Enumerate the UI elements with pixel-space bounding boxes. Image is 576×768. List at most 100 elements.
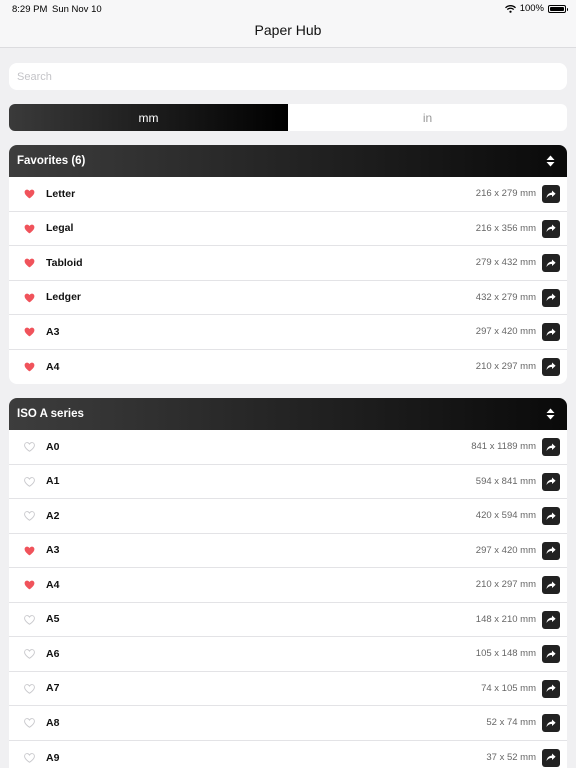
list-item[interactable]: A5 148 x 210 mm — [9, 603, 567, 637]
list-item[interactable]: A4 210 x 297 mm — [9, 568, 567, 603]
share-icon — [546, 581, 556, 589]
share-button[interactable] — [542, 219, 560, 238]
share-button[interactable] — [542, 288, 560, 307]
paper-name: A3 — [46, 325, 60, 338]
share-button[interactable] — [542, 185, 560, 203]
share-button[interactable] — [542, 357, 560, 376]
heart-icon[interactable] — [24, 511, 35, 521]
heart-icon[interactable] — [24, 614, 35, 625]
share-button[interactable] — [542, 748, 560, 767]
share-button[interactable] — [542, 576, 560, 594]
share-button[interactable] — [542, 679, 560, 698]
heart-icon[interactable] — [24, 442, 35, 452]
share-button[interactable] — [542, 541, 560, 560]
share-button[interactable] — [542, 438, 560, 456]
paper-name: A0 — [46, 440, 60, 453]
paper-size: 432 x 279 mm — [475, 291, 536, 303]
sort-icon[interactable] — [546, 408, 555, 420]
share-icon — [546, 650, 556, 658]
list-item[interactable]: Tabloid 279 x 432 mm — [9, 246, 567, 281]
unit-selector: mm in — [9, 104, 567, 131]
paper-name: A4 — [46, 578, 60, 591]
paper-size: 841 x 1189 mm — [471, 441, 536, 453]
list-item[interactable]: A8 52 x 74 mm — [9, 706, 567, 741]
wifi-icon — [504, 4, 516, 13]
iso-a-list: A0 841 x 1189 mm A1 594 x 841 mm A2 420 x 594… — [9, 430, 567, 768]
paper-size: 210 x 297 mm — [475, 361, 536, 373]
section-title: Favorites (6) — [17, 155, 86, 167]
share-icon — [546, 719, 556, 727]
paper-name: Legal — [46, 222, 74, 235]
list-item[interactable]: Letter 216 x 279 mm — [9, 177, 567, 212]
status-time: 8:29 PM — [12, 4, 48, 15]
share-button[interactable] — [542, 323, 560, 341]
paper-name: A2 — [46, 509, 60, 522]
paper-name: A3 — [46, 544, 60, 557]
paper-size: 297 x 420 mm — [475, 544, 536, 556]
list-item[interactable]: A3 297 x 420 mm — [9, 315, 567, 350]
share-icon — [546, 753, 556, 761]
paper-size: 37 x 52 mm — [486, 752, 536, 764]
share-icon — [546, 443, 556, 451]
status-date: Sun Nov 10 — [52, 4, 102, 15]
heart-icon[interactable] — [24, 258, 35, 268]
paper-name: A4 — [46, 360, 60, 373]
list-item[interactable]: A6 105 x 148 mm — [9, 637, 567, 672]
list-item[interactable]: A0 841 x 1189 mm — [9, 430, 567, 465]
list-item[interactable]: A3 297 x 420 mm — [9, 534, 567, 568]
unit-in-tab[interactable]: in — [288, 104, 567, 131]
share-icon — [546, 477, 556, 485]
status-right: 100% — [504, 3, 568, 14]
paper-name: A8 — [46, 716, 60, 729]
heart-icon[interactable] — [24, 752, 35, 763]
paper-size: 148 x 210 mm — [475, 613, 536, 625]
heart-icon[interactable] — [24, 362, 35, 372]
list-item[interactable]: Legal 216 x 356 mm — [9, 212, 567, 246]
sort-icon[interactable] — [546, 155, 555, 167]
paper-name: A6 — [46, 647, 60, 660]
paper-name: A1 — [46, 475, 60, 488]
paper-name: Letter — [46, 187, 76, 200]
share-icon — [546, 615, 556, 623]
heart-icon[interactable] — [24, 546, 35, 556]
share-icon — [546, 546, 556, 554]
list-item[interactable]: Ledger 432 x 279 mm — [9, 281, 567, 315]
battery-percent: 100% — [519, 3, 544, 14]
paper-name: A5 — [46, 613, 60, 626]
list-item[interactable]: A9 37 x 52 mm — [9, 741, 567, 768]
heart-icon[interactable] — [24, 683, 35, 694]
favorites-list: Letter 216 x 279 mm Legal 216 x 356 mm Tablo… — [9, 177, 567, 384]
unit-mm-tab[interactable]: mm — [9, 104, 288, 131]
share-button[interactable] — [542, 254, 560, 272]
share-button[interactable] — [542, 645, 560, 663]
favorites-section-header[interactable]: Favorites (6) — [9, 145, 567, 177]
iso-a-section-header[interactable]: ISO A series — [9, 398, 567, 430]
paper-size: 594 x 841 mm — [475, 475, 536, 487]
list-item[interactable]: A7 74 x 105 mm — [9, 672, 567, 706]
list-item[interactable]: A2 420 x 594 mm — [9, 499, 567, 534]
paper-size: 216 x 279 mm — [475, 188, 536, 200]
share-icon — [546, 224, 556, 232]
heart-icon[interactable] — [24, 224, 35, 234]
share-button[interactable] — [542, 472, 560, 491]
heart-icon[interactable] — [24, 189, 35, 199]
heart-icon[interactable] — [24, 718, 35, 728]
share-icon — [546, 328, 556, 336]
heart-icon[interactable] — [24, 327, 35, 337]
share-icon — [546, 293, 556, 301]
battery-icon — [548, 4, 568, 13]
heart-icon[interactable] — [24, 649, 35, 659]
share-button[interactable] — [542, 610, 560, 629]
heart-icon[interactable] — [24, 476, 35, 487]
share-button[interactable] — [542, 714, 560, 732]
search-input[interactable] — [9, 63, 567, 90]
paper-name: A7 — [46, 682, 60, 695]
share-icon — [546, 259, 556, 267]
list-item[interactable]: A1 594 x 841 mm — [9, 465, 567, 499]
paper-name: Ledger — [46, 291, 82, 304]
heart-icon[interactable] — [24, 293, 35, 303]
share-button[interactable] — [542, 507, 560, 525]
list-item[interactable]: A4 210 x 297 mm — [9, 350, 567, 385]
heart-icon[interactable] — [24, 580, 35, 590]
iso-a-section: ISO A series A0 841 x 1189 mm A1 594 x 841 … — [9, 398, 567, 768]
